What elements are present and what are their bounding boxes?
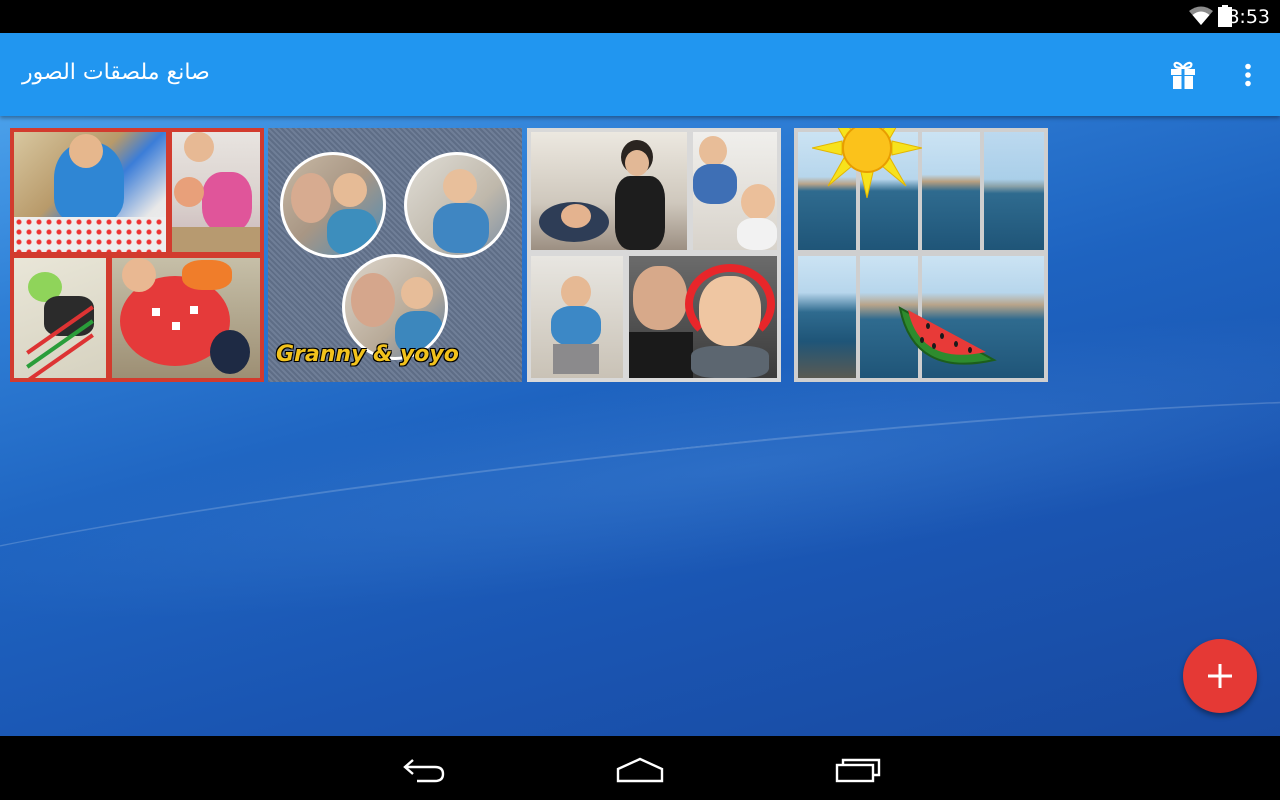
wifi-icon <box>1189 6 1213 25</box>
gift-icon <box>1171 61 1195 89</box>
collage-caption: Granny & yoyo <box>276 342 459 367</box>
app-title: صانع ملصقات الصور <box>22 60 210 85</box>
collage-sea-summer[interactable] <box>794 128 1048 382</box>
home-button[interactable] <box>612 750 668 790</box>
more-vert-icon <box>1245 63 1251 87</box>
app-bar: صانع ملصقات الصور <box>0 33 1280 116</box>
collage-kids-playing[interactable] <box>10 128 264 382</box>
gift-button[interactable] <box>1160 55 1206 95</box>
sun-sticker <box>812 128 922 198</box>
watermelon-sticker <box>898 306 997 365</box>
recents-button[interactable] <box>830 750 886 790</box>
back-icon <box>403 759 445 783</box>
collage-family-kitchen[interactable] <box>527 128 781 382</box>
more-options-button[interactable] <box>1232 55 1264 95</box>
status-bar: 8:53 <box>0 0 1280 33</box>
home-icon <box>616 757 664 783</box>
plus-icon <box>1208 664 1232 688</box>
collage-granny-yoyo[interactable]: Granny & yoyo <box>268 128 522 382</box>
add-collage-button[interactable] <box>1183 639 1257 713</box>
recents-icon <box>835 758 881 783</box>
collage-gallery: Granny & yoyo <box>0 116 1280 736</box>
back-button[interactable] <box>396 750 452 790</box>
navigation-bar <box>0 736 1280 800</box>
clock: 8:53 <box>1227 6 1270 28</box>
